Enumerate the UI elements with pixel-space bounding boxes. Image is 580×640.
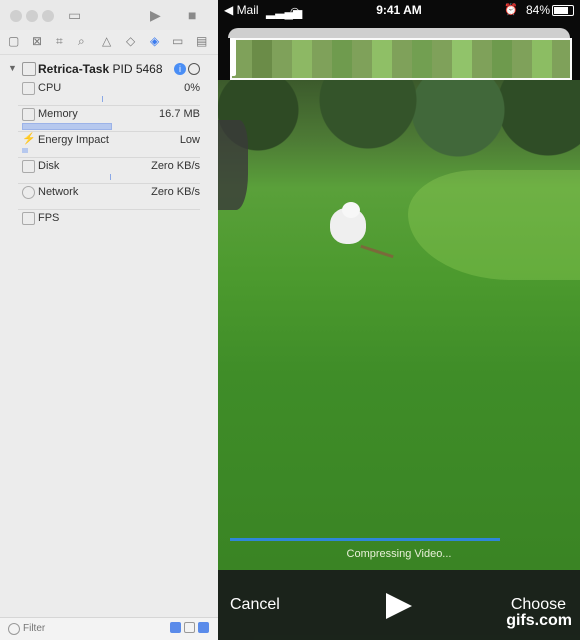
- memory-graph: [22, 123, 112, 130]
- background-trees: [218, 80, 580, 170]
- sidebar-toggle-icon[interactable]: ▭: [68, 7, 81, 23]
- search-icon[interactable]: ⌕: [78, 34, 85, 48]
- status-bar: ◀ Mail ▂▃▄▅ ◠ 9:41 AM ⏰ 84%: [218, 0, 580, 20]
- gauge-label: FPS: [38, 212, 60, 224]
- filter-input[interactable]: [23, 623, 143, 634]
- app-grid-icon: [22, 62, 36, 76]
- cpu-icon: [22, 82, 35, 95]
- gauge-fps[interactable]: FPS: [0, 210, 218, 236]
- disclosure-chevron-icon[interactable]: ▼: [8, 63, 17, 73]
- globe-icon: [22, 186, 35, 199]
- compressing-label: Compressing Video...: [346, 548, 452, 560]
- cancel-button[interactable]: Cancel: [230, 596, 280, 614]
- process-title: Retrica-Task PID 5468: [38, 62, 163, 76]
- video-filmstrip[interactable]: [230, 38, 572, 80]
- trim-handle[interactable]: [230, 38, 236, 76]
- zoom-window-button[interactable]: [42, 10, 54, 22]
- filter-option-icon[interactable]: [170, 622, 181, 633]
- gauge-network[interactable]: Network Zero KB/s: [0, 184, 218, 210]
- filter-option-icon[interactable]: [198, 622, 209, 633]
- close-window-button[interactable]: [10, 10, 22, 22]
- filmstrip-frame: [452, 40, 472, 78]
- filmstrip-frame: [532, 40, 552, 78]
- alarm-icon: ⏰: [504, 4, 518, 16]
- iphone-simulator: ◀ Mail ▂▃▄▅ ◠ 9:41 AM ⏰ 84% Compressing …: [218, 0, 580, 640]
- gauge-memory[interactable]: Memory 16.7 MB: [0, 106, 218, 132]
- play-icon[interactable]: [386, 593, 412, 619]
- filter-option-icon[interactable]: [184, 622, 195, 633]
- breakpoint-icon[interactable]: ▭: [172, 34, 183, 48]
- filmstrip-frame: [412, 40, 432, 78]
- source-control-icon[interactable]: ⊠: [32, 34, 42, 48]
- energy-graph: [22, 148, 28, 153]
- filmstrip-frame: [292, 40, 312, 78]
- filter-bar: [0, 617, 218, 640]
- video-preview[interactable]: [218, 80, 580, 570]
- battery-icon: [552, 5, 574, 16]
- folder-icon[interactable]: ▢: [8, 34, 19, 48]
- watermark: gifs.com: [506, 612, 572, 629]
- running-person: [218, 120, 248, 210]
- report-icon[interactable]: ▤: [196, 34, 207, 48]
- process-name: Retrica-Task: [38, 62, 110, 76]
- info-icon[interactable]: i: [174, 63, 186, 75]
- symbol-navigator-icon[interactable]: ⌗: [56, 34, 63, 48]
- minimize-window-button[interactable]: [26, 10, 38, 22]
- warning-icon[interactable]: △: [102, 34, 111, 48]
- gauge-value: 16.7 MB: [159, 108, 200, 120]
- filmstrip-frame: [332, 40, 352, 78]
- disk-graph-tick: [110, 174, 111, 180]
- gauge-value: Low: [179, 134, 200, 146]
- gauge-value: 0%: [184, 82, 200, 94]
- gauge-label: Energy Impact: [38, 134, 109, 146]
- filmstrip-frame: [372, 40, 392, 78]
- test-diamond-icon[interactable]: ◇: [126, 34, 135, 48]
- xcode-debug-navigator: ▭ ▶ ■ ▢ ⊠ ⌗ ⌕ △ ◇ ◈ ▭ ▤ ▼ Retrica-Task P…: [0, 0, 218, 640]
- debug-navigator-icon[interactable]: ◈: [150, 34, 159, 48]
- window-toolbar: ▭ ▶ ■: [0, 0, 218, 30]
- gauge-cpu[interactable]: CPU 0%: [0, 80, 218, 106]
- gauge-label: Disk: [38, 160, 60, 172]
- filmstrip-frame: [252, 40, 272, 78]
- gauge-label: CPU: [38, 82, 62, 94]
- disk-icon: [22, 160, 35, 173]
- gauge-value: Zero KB/s: [151, 186, 200, 198]
- energy-bolt-icon: ⚡: [22, 133, 36, 145]
- stop-button-icon[interactable]: ■: [188, 7, 196, 23]
- process-row[interactable]: ▼ Retrica-Task PID 5468 i: [0, 60, 218, 80]
- white-dog: [330, 202, 366, 244]
- stick: [360, 244, 394, 259]
- filter-icon: [8, 623, 20, 635]
- gauge-energy[interactable]: ⚡ Energy Impact Low: [0, 132, 218, 158]
- cpu-graph-tick: [102, 96, 103, 102]
- navigator-tabs: ▢ ⊠ ⌗ ⌕ △ ◇ ◈ ▭ ▤: [0, 30, 218, 55]
- compress-progress-bar: [230, 538, 500, 541]
- battery-percent: 84%: [525, 3, 550, 17]
- process-pid: PID 5468: [112, 62, 163, 76]
- sunlit-lawn: [408, 170, 580, 280]
- fps-icon: [22, 212, 35, 225]
- record-icon[interactable]: [188, 63, 200, 75]
- gauge-label: Network: [38, 186, 79, 198]
- gauge-label: Memory: [38, 108, 78, 120]
- memory-icon: [22, 108, 35, 121]
- run-button-icon[interactable]: ▶: [150, 7, 161, 23]
- gauge-disk[interactable]: Disk Zero KB/s: [0, 158, 218, 184]
- sheet-top: [228, 28, 570, 38]
- gauge-value: Zero KB/s: [151, 160, 200, 172]
- filmstrip-frame: [492, 40, 512, 78]
